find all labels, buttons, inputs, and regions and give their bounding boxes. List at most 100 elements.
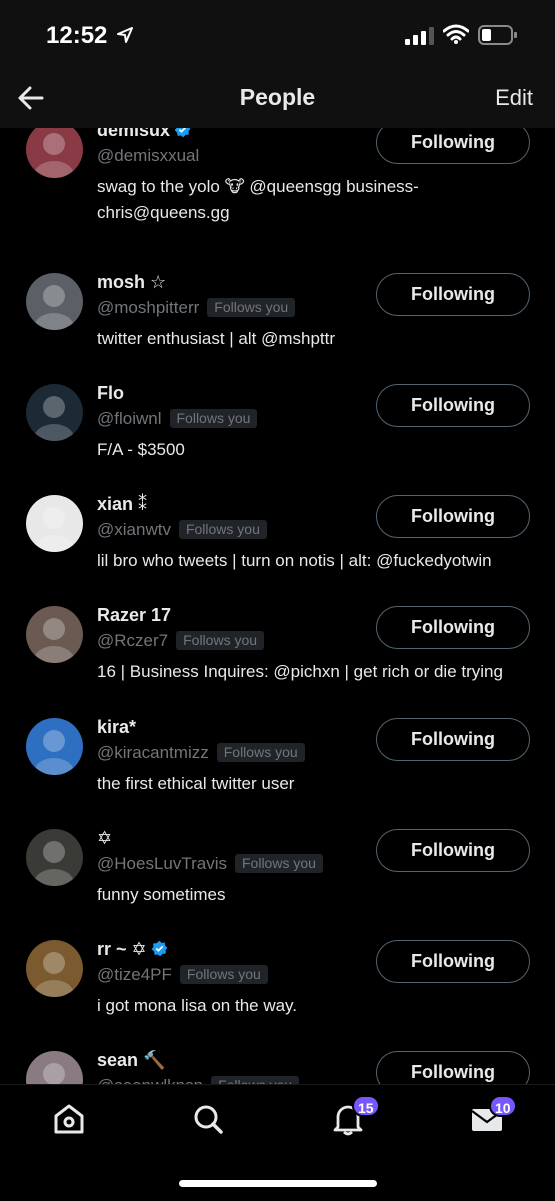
follows-you-badge: Follows you: [176, 631, 265, 650]
list-item[interactable]: mosh ☆ @moshpitterr Follows you twitter enth…: [0, 256, 555, 366]
search-icon[interactable]: [190, 1101, 226, 1137]
display-name-text: mosh: [97, 272, 146, 292]
display-name-text: Flo: [97, 383, 124, 403]
bio-text: 16 | Business Inquires: @pichxn | get ri…: [97, 662, 503, 681]
bio-text: F/A - $3500: [97, 440, 185, 459]
list-item[interactable]: Flo @floiwnl Follows you F/A - $3500 Followi…: [0, 367, 555, 477]
handle-text: @moshpitterr: [97, 298, 200, 317]
display-name: sean 🔨: [97, 1050, 165, 1071]
follows-you-badge: Follows you: [207, 298, 296, 317]
display-name-text: kira*: [97, 717, 137, 737]
display-name: ✡: [97, 828, 112, 849]
follows-you-badge: Follows you: [169, 409, 258, 428]
handle: @Rczer7 Follows you: [97, 631, 265, 651]
list-item[interactable]: xian ⁑ @xianwtv Follows you lil bro who twee…: [0, 478, 555, 588]
bio-text: twitter enthusiast | alt @mshpttr: [97, 329, 336, 348]
display-name: Flo: [97, 383, 124, 404]
wifi-icon: [443, 24, 469, 44]
avatar[interactable]: [26, 495, 83, 552]
display-name-text: xian: [97, 494, 134, 514]
name-symbol: 🔨: [143, 1050, 166, 1070]
handle: @HoesLuvTravis Follows you: [97, 854, 323, 874]
bio-text: lil bro who tweets | turn on notis | alt…: [97, 551, 492, 570]
display-name: rr ~ ✡: [97, 939, 168, 960]
display-name: xian ⁑: [97, 494, 147, 515]
following-button[interactable]: Following: [376, 128, 530, 164]
follows-you-badge: Follows you: [178, 520, 267, 539]
messages-badge: 10: [489, 1095, 517, 1117]
avatar[interactable]: [26, 128, 83, 178]
people-list: demisux @demisxxual swag to the yolo 🐮 @qu…: [0, 128, 555, 1084]
location-arrow-icon: [117, 27, 133, 43]
home-icon[interactable]: [51, 1101, 87, 1137]
notifications-badge: 15: [352, 1095, 380, 1117]
avatar[interactable]: [26, 273, 83, 330]
follows-you-badge: Follows you: [235, 854, 323, 873]
handle: @demisxxual: [97, 146, 199, 166]
handle: @seanwlknsn Follows you: [97, 1076, 300, 1084]
avatar[interactable]: [26, 940, 83, 997]
bio-text: i got mona lisa on the way.: [97, 996, 298, 1015]
following-button[interactable]: Following: [376, 940, 530, 983]
handle-text: @HoesLuvTravis: [97, 854, 227, 873]
handle-text: @floiwnl: [97, 409, 162, 428]
avatar[interactable]: [26, 384, 83, 441]
name-symbol: ✡: [97, 828, 113, 848]
follows-you-badge: Follows you: [179, 965, 268, 984]
list-item[interactable]: kira* @kiracantmizz Follows you the first e…: [0, 701, 555, 811]
list-item[interactable]: rr ~ ✡ @tize4PF Follows you i got mona lisa …: [0, 923, 555, 1033]
bio-text: the first ethical twitter user: [97, 774, 295, 793]
following-button[interactable]: Following: [376, 495, 530, 538]
list-item[interactable]: sean🔨 @seanwlknsn Follows you Following: [0, 1034, 555, 1084]
avatar[interactable]: [26, 1051, 83, 1084]
following-button[interactable]: Following: [376, 384, 530, 427]
handle: @kiracantmizz Follows you: [97, 743, 305, 763]
following-button[interactable]: Following: [376, 829, 530, 872]
handle-text: @xianwtv: [97, 520, 171, 539]
display-name-text: Razer 17: [97, 605, 172, 625]
follows-you-badge: Follows you: [216, 743, 305, 762]
follows-you-badge: Follows you: [211, 1076, 300, 1084]
battery-icon: [478, 25, 517, 45]
handle-text: @kiracantmizz: [97, 743, 209, 762]
display-name: Razer 17: [97, 605, 171, 626]
handle: @floiwnl Follows you: [97, 409, 258, 429]
handle: @tize4PF Follows you: [97, 965, 268, 985]
list-item[interactable]: ✡ @HoesLuvTravis Follows you funny sometime…: [0, 812, 555, 922]
following-button[interactable]: Following: [376, 606, 530, 649]
display-name-text: demisux: [97, 128, 171, 140]
list-item[interactable]: Razer 17 @Rczer7 Follows you 16 | Business …: [0, 589, 555, 699]
header: People Edit: [0, 70, 555, 128]
handle-text: @Rczer7: [97, 631, 169, 650]
display-name: demisux: [97, 128, 191, 141]
verified-badge-icon: [151, 940, 167, 957]
status-time: 12:52: [46, 22, 108, 49]
following-button[interactable]: Following: [376, 273, 530, 316]
display-name: kira*: [97, 717, 136, 738]
avatar[interactable]: [26, 718, 83, 775]
verified-badge-icon: [174, 128, 191, 138]
bio-text: funny sometimes: [97, 885, 226, 904]
handle: @moshpitterr Follows you: [97, 298, 296, 318]
name-symbol: ⁑: [138, 494, 148, 514]
list-item[interactable]: demisux @demisxxual swag to the yolo 🐮 @qu…: [0, 128, 555, 222]
home-indicator: [179, 1180, 377, 1187]
following-button[interactable]: Following: [376, 1051, 530, 1084]
handle: @xianwtv Follows you: [97, 520, 267, 540]
handle-text: @tize4PF: [97, 965, 172, 984]
cellular-signal-icon: [405, 27, 434, 45]
bio-text: swag to the yolo 🐮 @queensgg business-: [97, 177, 419, 196]
following-button[interactable]: Following: [376, 718, 530, 761]
page-title: People: [239, 84, 316, 110]
name-symbol: ☆: [150, 272, 167, 292]
bio-text: chris@queens.gg: [97, 203, 230, 222]
handle-text: @demisxxual: [97, 146, 200, 165]
handle-text: @seanwlknsn: [97, 1076, 203, 1084]
display-name-text: rr ~: [97, 939, 127, 959]
display-name: mosh ☆: [97, 272, 166, 293]
avatar[interactable]: [26, 606, 83, 663]
name-symbol: ✡: [131, 939, 147, 959]
avatar[interactable]: [26, 829, 83, 886]
display-name-text: sean: [97, 1050, 139, 1070]
edit-button[interactable]: Edit: [495, 85, 533, 111]
